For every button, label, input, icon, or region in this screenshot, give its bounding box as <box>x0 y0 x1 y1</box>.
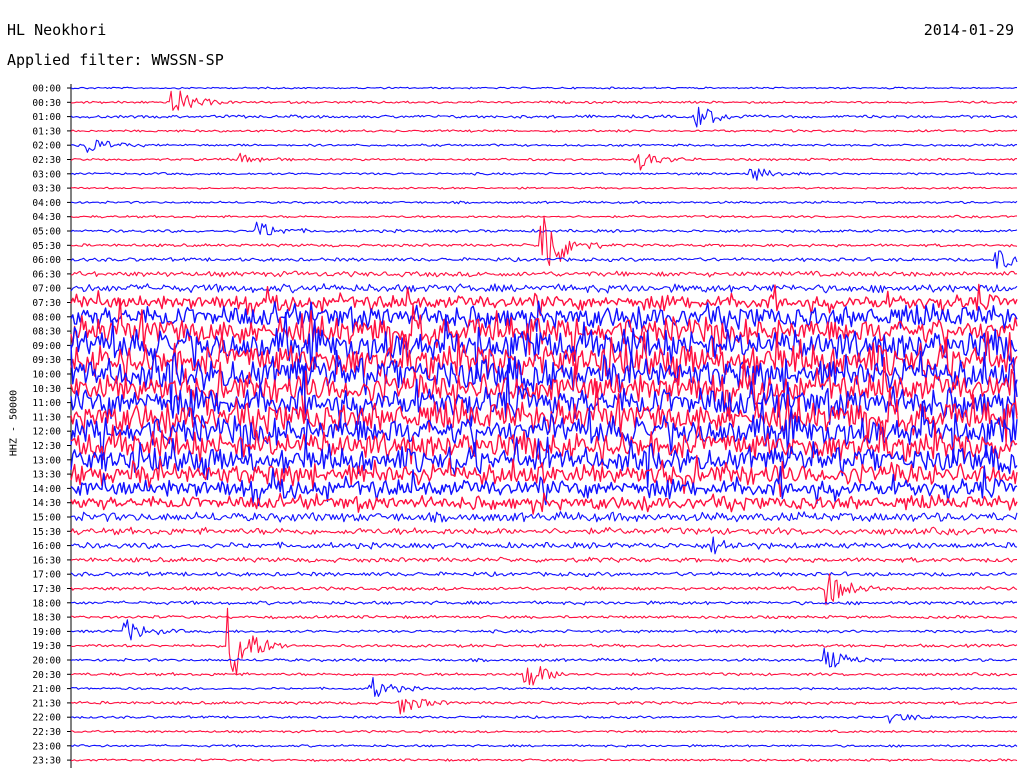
row-time-label: 10:00 <box>32 370 61 381</box>
seismic-trace-row <box>70 216 1018 266</box>
row-time-label: 08:30 <box>32 327 61 338</box>
helicorder-plot: 00:00 00:30 01:00 01:30 02:00 02:30 03:00 03:30… <box>32 84 1018 768</box>
seismic-trace-row <box>70 698 1018 715</box>
seismic-trace-row <box>70 186 1017 190</box>
seismic-trace-row <box>70 90 1018 111</box>
row-time-label: 11:00 <box>32 398 61 409</box>
seismic-trace-row <box>70 270 1018 278</box>
seismic-trace-row <box>70 666 1018 686</box>
row-time-label: 14:30 <box>32 498 61 509</box>
seismic-trace-row <box>70 573 1018 606</box>
row-time-label: 22:30 <box>32 727 61 738</box>
seismic-trace-row <box>70 729 1018 734</box>
seismic-trace-row <box>70 571 1018 578</box>
row-time-label: 18:00 <box>32 598 61 609</box>
seismic-trace-row <box>70 556 1017 564</box>
row-time-label: 18:30 <box>32 613 61 624</box>
seismic-trace-row <box>70 200 1018 205</box>
seismic-trace-row <box>70 168 1018 181</box>
row-time-label: 07:00 <box>32 284 61 295</box>
row-time-label: 05:30 <box>32 241 61 252</box>
row-time-label: 17:00 <box>32 570 61 581</box>
seismic-trace-row <box>70 526 1018 536</box>
row-time-label: 13:30 <box>32 470 61 481</box>
seismic-trace-row <box>70 129 1018 133</box>
row-time-label: 04:00 <box>32 198 61 209</box>
seismic-trace-row <box>70 677 1018 697</box>
row-time-label: 08:00 <box>32 312 61 323</box>
row-time-label: 10:30 <box>32 384 61 395</box>
seismic-trace-row <box>70 250 1018 269</box>
row-time-label: 03:30 <box>32 184 61 195</box>
row-time-label: 20:00 <box>32 656 61 667</box>
seismic-trace-row <box>70 139 1018 153</box>
row-time-label: 15:30 <box>32 527 61 538</box>
row-time-label: 23:00 <box>32 741 61 752</box>
row-time-label: 19:30 <box>32 641 61 652</box>
row-time-label: 05:00 <box>32 227 61 238</box>
seismic-trace-row <box>70 283 1018 317</box>
row-time-label: 06:30 <box>32 269 61 280</box>
row-time-label: 15:00 <box>32 513 61 524</box>
row-time-label: 02:00 <box>32 141 61 152</box>
row-time-label: 12:30 <box>32 441 61 452</box>
seismic-trace-row <box>70 152 1018 171</box>
row-time-label: 12:00 <box>32 427 61 438</box>
row-time-label: 23:30 <box>32 756 61 767</box>
seismic-trace-row <box>70 647 1018 668</box>
row-time-label: 06:00 <box>32 255 61 266</box>
row-time-label: 01:30 <box>32 126 61 137</box>
seismic-trace-row <box>70 758 1018 762</box>
row-time-label: 22:00 <box>32 713 61 724</box>
seismic-trace-row <box>70 713 1018 724</box>
row-time-label: 03:00 <box>32 169 61 180</box>
row-time-label: 01:00 <box>32 112 61 123</box>
seismic-trace-row <box>70 619 1018 641</box>
seismic-trace-row <box>70 614 1017 620</box>
row-time-label: 09:00 <box>32 341 61 352</box>
row-time-label: 09:30 <box>32 355 61 366</box>
row-time-label: 16:00 <box>32 541 61 552</box>
seismic-trace-row <box>70 283 1018 294</box>
row-time-label: 04:30 <box>32 212 61 223</box>
row-time-label: 21:00 <box>32 684 61 695</box>
row-time-label: 00:30 <box>32 98 61 109</box>
seismic-trace-row <box>70 511 1018 523</box>
row-time-label: 17:30 <box>32 584 61 595</box>
seismic-trace-row <box>70 536 1018 555</box>
row-time-label: 21:30 <box>32 698 61 709</box>
row-time-label: 13:00 <box>32 455 61 466</box>
seismic-trace-row <box>70 492 1018 515</box>
seismic-trace-row <box>70 106 1018 128</box>
seismic-trace-row <box>70 86 1017 90</box>
row-time-label: 11:30 <box>32 412 61 423</box>
row-time-label: 07:30 <box>32 298 61 309</box>
row-time-label: 02:30 <box>32 155 61 166</box>
row-time-label: 19:00 <box>32 627 61 638</box>
row-time-label: 00:00 <box>32 84 61 95</box>
row-time-label: 20:30 <box>32 670 61 681</box>
seismic-trace-row <box>70 743 1018 748</box>
row-time-label: 16:30 <box>32 555 61 566</box>
row-time-label: 14:00 <box>32 484 61 495</box>
seismic-trace-row <box>71 600 1018 606</box>
seismic-trace-row <box>70 607 1018 676</box>
